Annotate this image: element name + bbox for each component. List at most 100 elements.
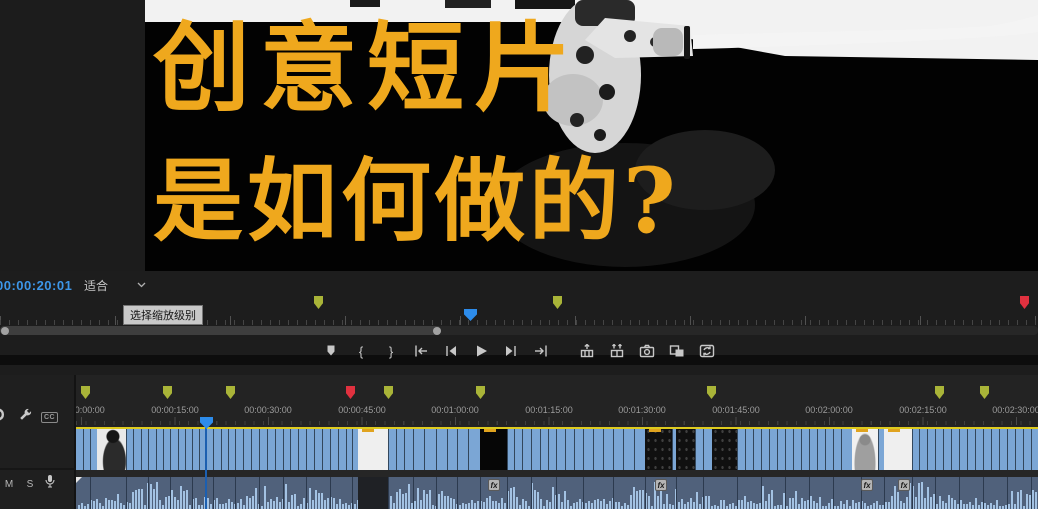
clip-cut[interactable]: [275, 427, 276, 470]
video-track-v1[interactable]: [76, 427, 1038, 470]
clip-cut[interactable]: [951, 427, 952, 470]
clip-cut[interactable]: [878, 427, 879, 470]
step-forward-button[interactable]: [503, 343, 520, 359]
audio-clip-cut[interactable]: [213, 477, 214, 509]
lift-button[interactable]: [579, 343, 596, 359]
clip-cut[interactable]: [1015, 427, 1016, 470]
audio-clip-cut[interactable]: [833, 477, 834, 509]
audio-clip-cut[interactable]: [436, 477, 437, 509]
audio-clip-cut[interactable]: [737, 477, 738, 509]
clip-cut[interactable]: [1023, 427, 1024, 470]
clip-cut[interactable]: [514, 427, 515, 470]
clip-cut[interactable]: [330, 427, 331, 470]
clip-cut[interactable]: [817, 427, 818, 470]
audio-clip-cut[interactable]: [785, 477, 786, 509]
clip-cut[interactable]: [522, 427, 523, 470]
add-marker-button[interactable]: [323, 343, 340, 359]
clip-cut[interactable]: [290, 427, 291, 470]
closed-captions-button[interactable]: CC: [41, 412, 58, 423]
scrollbar-right-handle[interactable]: [433, 327, 441, 335]
audio-clip-cut[interactable]: [90, 477, 91, 509]
clip-cut[interactable]: [919, 427, 920, 470]
go-to-in-button[interactable]: [413, 343, 430, 359]
audio-clip-cut[interactable]: [259, 477, 260, 509]
clip-cut[interactable]: [927, 427, 928, 470]
video-clip-white[interactable]: [884, 427, 912, 470]
clip-cut[interactable]: [457, 427, 458, 470]
audio-clip-cut[interactable]: [983, 477, 984, 509]
clip-cut[interactable]: [672, 427, 673, 470]
clip-cut[interactable]: [556, 427, 557, 470]
audio-clip-cut[interactable]: [912, 477, 913, 509]
zoom-level-select[interactable]: 适合: [80, 276, 150, 294]
clip-cut[interactable]: [133, 427, 134, 470]
audio-clip-cut[interactable]: [884, 477, 885, 509]
solo-track-button[interactable]: S: [23, 477, 37, 491]
clip-cut[interactable]: [507, 427, 508, 470]
clip-cut[interactable]: [841, 427, 842, 470]
sequence-marker-red[interactable]: [1020, 296, 1029, 309]
clip-cut[interactable]: [540, 427, 541, 470]
clip-cut[interactable]: [809, 427, 810, 470]
clip-cut[interactable]: [745, 427, 746, 470]
audio-clip-cut[interactable]: [330, 477, 331, 509]
mark-in-button[interactable]: {: [353, 343, 370, 359]
fx-badge[interactable]: fx: [861, 479, 873, 491]
audio-clip-cut[interactable]: [192, 477, 193, 509]
video-clip-dark[interactable]: [712, 427, 737, 470]
audio-clip-cut[interactable]: [148, 477, 149, 509]
clip-cut[interactable]: [235, 427, 236, 470]
clip-cut[interactable]: [396, 427, 397, 470]
export-frame-button[interactable]: [639, 343, 656, 359]
clip-cut[interactable]: [1007, 427, 1008, 470]
audio-track-a1[interactable]: fxfxfxfx: [76, 477, 1038, 509]
audio-clip-cut[interactable]: [583, 477, 584, 509]
clip-cut[interactable]: [267, 427, 268, 470]
fx-badge[interactable]: fx: [655, 479, 667, 491]
timeline-marker-green[interactable]: [384, 386, 393, 399]
audio-clip-cut[interactable]: [556, 477, 557, 509]
clip-cut[interactable]: [703, 427, 704, 470]
clip-cut[interactable]: [737, 427, 738, 470]
clip-cut[interactable]: [801, 427, 802, 470]
clip-cut[interactable]: [603, 427, 604, 470]
clip-cut[interactable]: [213, 427, 214, 470]
clip-cut[interactable]: [306, 427, 307, 470]
clip-cut[interactable]: [314, 427, 315, 470]
clip-cut[interactable]: [243, 427, 244, 470]
clip-cut[interactable]: [943, 427, 944, 470]
clip-cut[interactable]: [548, 427, 549, 470]
mark-out-button[interactable]: }: [383, 343, 400, 359]
clip-cut[interactable]: [447, 427, 448, 470]
audio-clip-cut[interactable]: [235, 477, 236, 509]
audio-clip-cut[interactable]: [306, 477, 307, 509]
clip-cut[interactable]: [83, 427, 84, 470]
video-clip-black[interactable]: [480, 427, 507, 470]
video-clip-white[interactable]: [358, 427, 388, 470]
clip-cut[interactable]: [623, 427, 624, 470]
clip-cut[interactable]: [251, 427, 252, 470]
timeline-marker-green[interactable]: [163, 386, 172, 399]
clip-cut[interactable]: [221, 427, 222, 470]
clip-cut[interactable]: [436, 427, 437, 470]
fx-badge[interactable]: fx: [898, 479, 910, 491]
clip-cut[interactable]: [199, 427, 200, 470]
audio-clip-cut[interactable]: [1031, 477, 1032, 509]
clip-cut[interactable]: [912, 427, 913, 470]
clip-cut[interactable]: [967, 427, 968, 470]
audio-clip-cut[interactable]: [613, 477, 614, 509]
clip-cut[interactable]: [413, 427, 414, 470]
timeline-marker-green[interactable]: [935, 386, 944, 399]
clip-cut[interactable]: [634, 427, 635, 470]
audio-clip-cut[interactable]: [170, 477, 171, 509]
go-to-out-button[interactable]: [533, 343, 550, 359]
snap-magnet-icon[interactable]: [0, 407, 9, 427]
clip-cut[interactable]: [148, 427, 149, 470]
audio-clip-cut[interactable]: [283, 477, 284, 509]
audio-clip-cut[interactable]: [457, 477, 458, 509]
video-clip-dark[interactable]: [645, 427, 672, 470]
clip-cut[interactable]: [583, 427, 584, 470]
audio-clip-cut[interactable]: [507, 477, 508, 509]
audio-clip-cut[interactable]: [531, 477, 532, 509]
timeline-marker-red[interactable]: [346, 386, 355, 399]
